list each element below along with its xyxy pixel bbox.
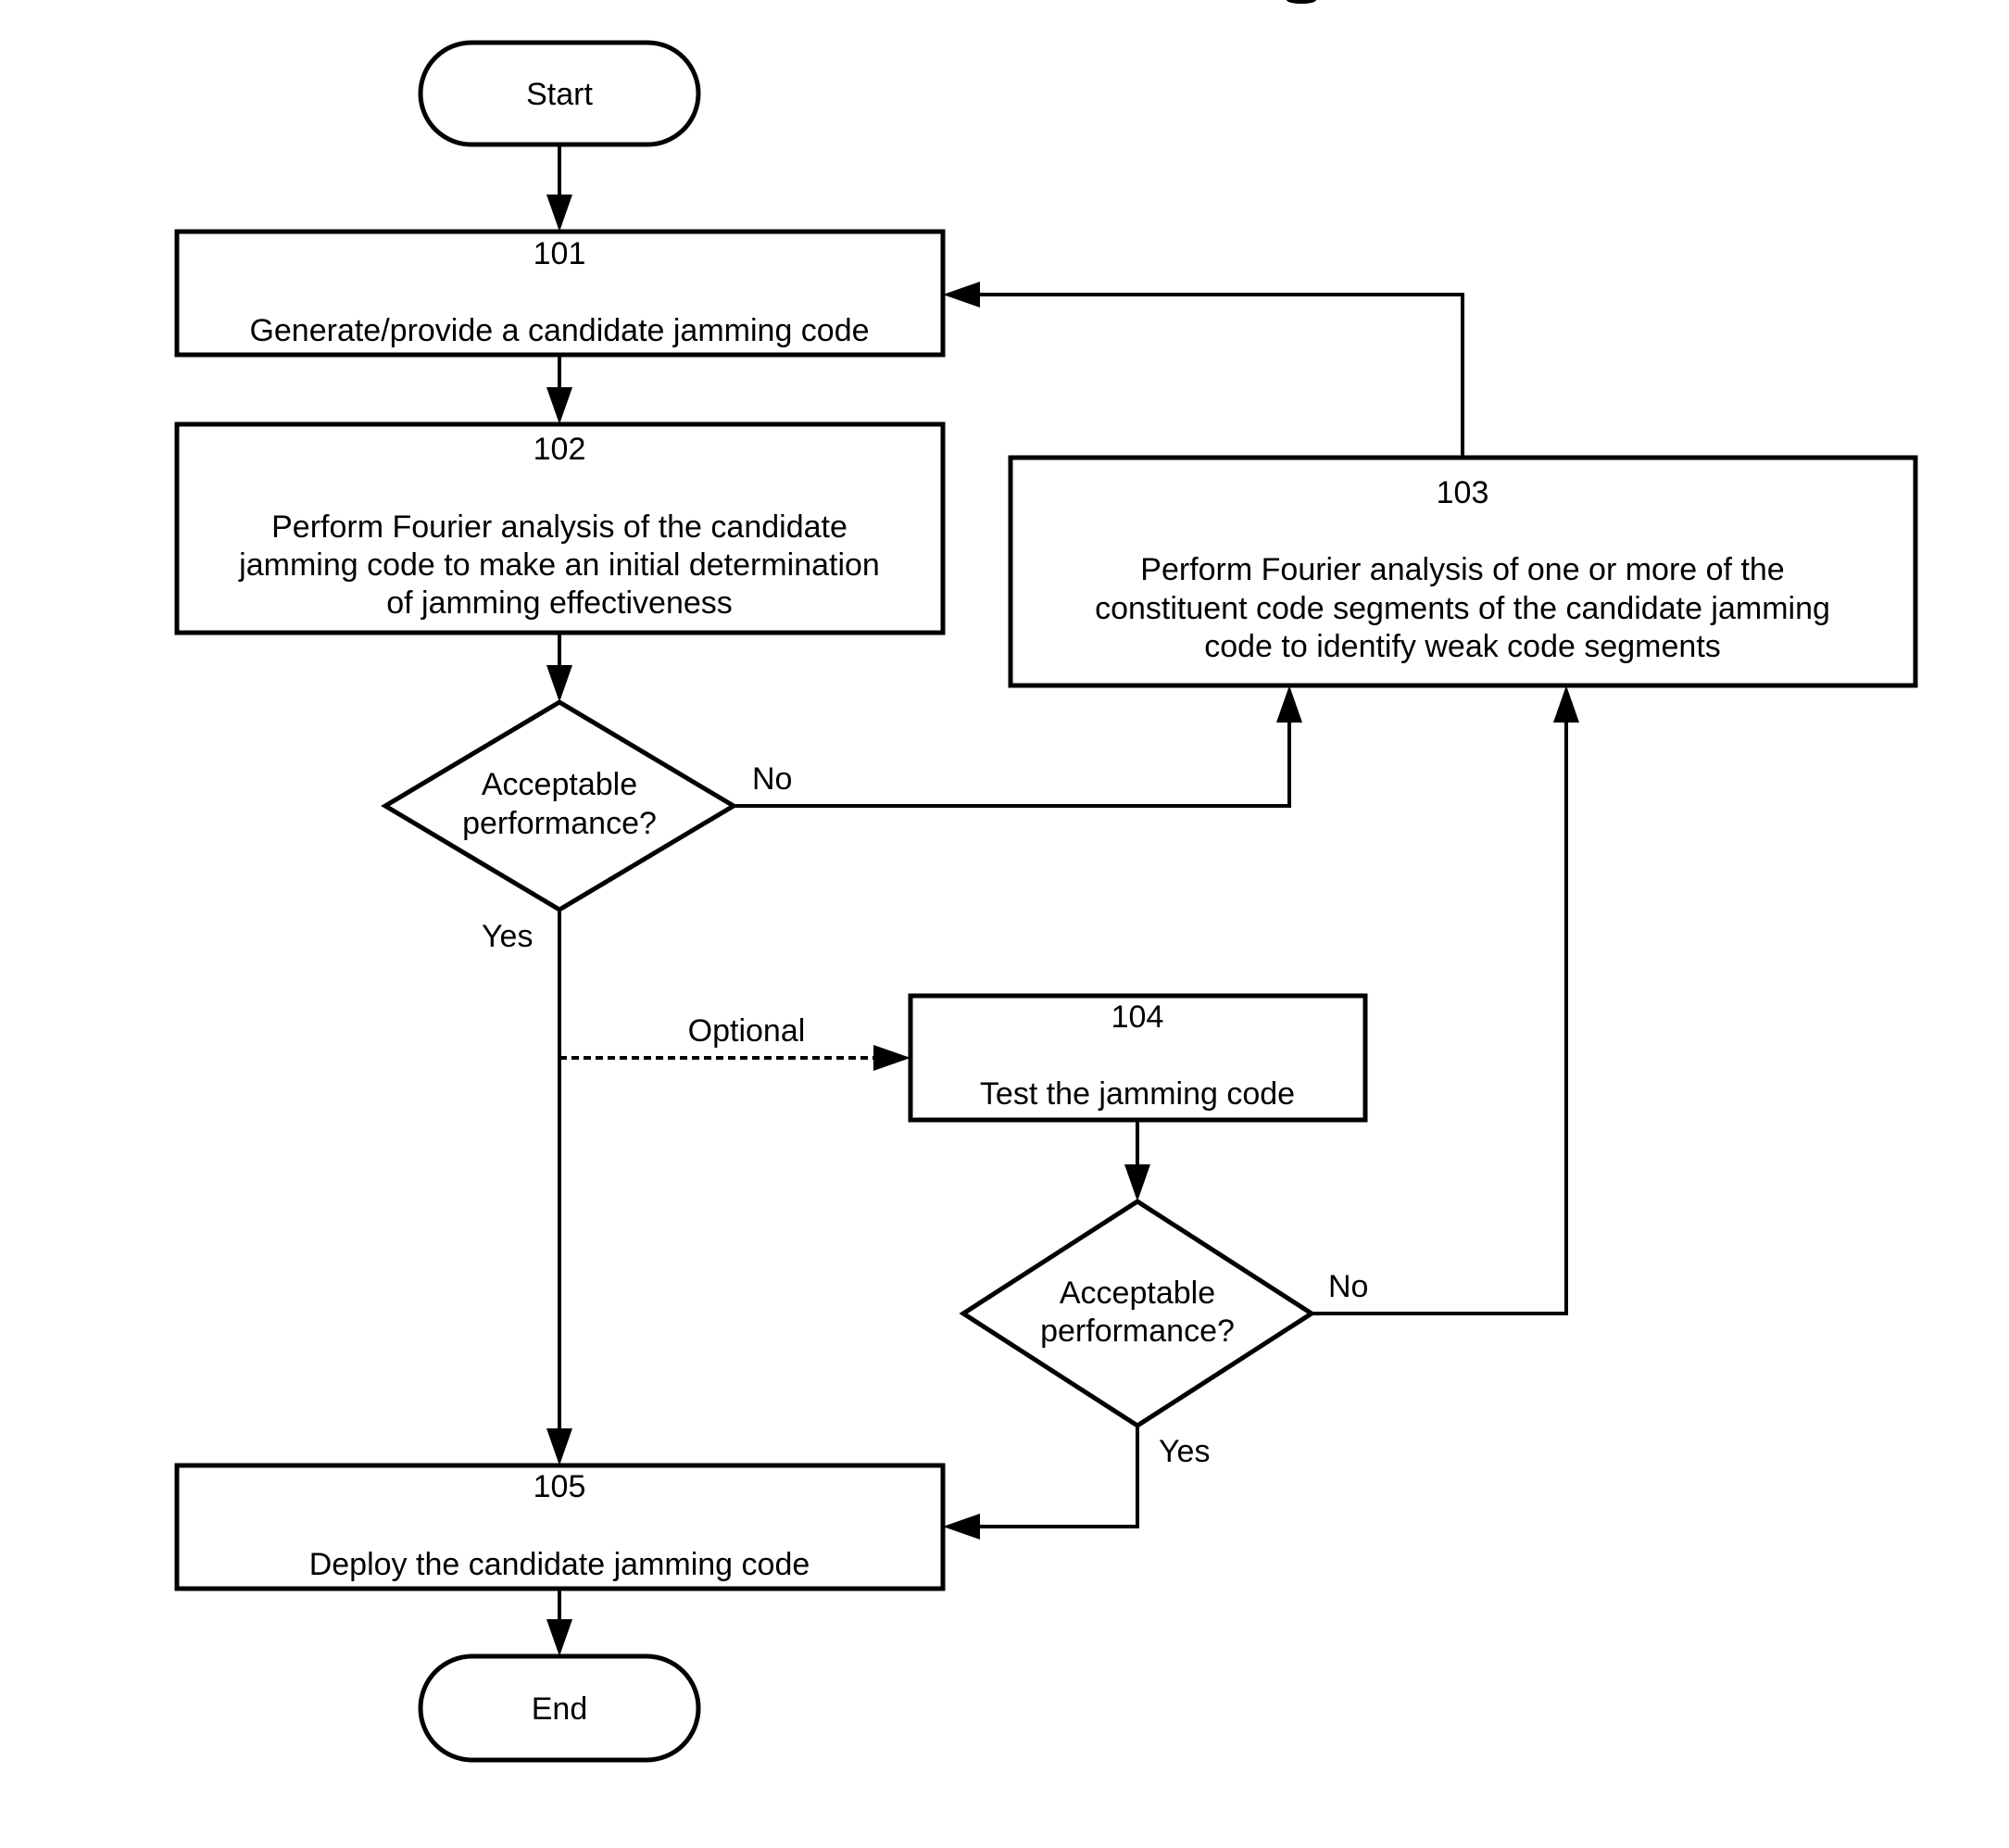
step-103-number: 103 (1437, 475, 1489, 510)
arrowhead-icon (546, 1428, 572, 1465)
step-101-text: Generate/provide a candidate jamming cod… (249, 313, 869, 348)
connector-104-to-decision-2 (1124, 1120, 1150, 1201)
connector-start-to-101 (546, 145, 572, 232)
step-105-number: 105 (534, 1469, 586, 1504)
start-label: Start (526, 77, 593, 112)
step-102-text-line-3: of jamming effectiveness (386, 585, 733, 621)
title-fragment (1287, 0, 1316, 4)
decision-2: Acceptable performance? (959, 1199, 1316, 1428)
step-103: 103 Perform Fourier analysis of one or m… (1008, 455, 1918, 688)
step-103-text-line-1: Perform Fourier analysis of one or more … (1140, 552, 1784, 587)
start-terminal: Start (418, 40, 701, 147)
arrowhead-icon (1553, 685, 1579, 723)
step-103-text-line-2: constituent code segments of the candida… (1095, 591, 1830, 626)
connector-decision-1-no-to-103 (734, 685, 1302, 808)
decision-2-no-label: No (1328, 1269, 1368, 1304)
decision-1: Acceptable performance? (381, 699, 738, 912)
end-terminal: End (418, 1653, 701, 1763)
decision-2-yes-label: Yes (1159, 1434, 1210, 1469)
arrowhead-icon (873, 1045, 910, 1071)
step-104-number: 104 (1111, 999, 1164, 1035)
decision-1-no-label: No (752, 761, 792, 797)
arrowhead-icon (943, 282, 980, 308)
step-101-number: 101 (534, 236, 586, 271)
connector-optional-to-104 (559, 1045, 910, 1071)
step-102: 102 Perform Fourier analysis of the cand… (174, 421, 946, 635)
step-102-text-line-2: jamming code to make an initial determin… (238, 547, 880, 583)
arrowhead-icon (943, 1514, 980, 1540)
step-101: 101 Generate/provide a candidate jamming… (174, 229, 946, 358)
step-103-text-line-3: code to identify weak code segments (1204, 629, 1721, 664)
step-104-text: Test the jamming code (980, 1076, 1295, 1112)
connector-105-to-end (546, 1589, 572, 1656)
flowchart: Start 101 Generate/provide a candidate j… (174, 0, 1918, 1763)
connector-101-to-102 (546, 355, 572, 424)
step-105: 105 Deploy the candidate jamming code (174, 1463, 946, 1591)
decision-2-text-line-1: Acceptable (1060, 1276, 1215, 1311)
step-102-number: 102 (534, 432, 586, 467)
decision-1-yes-label: Yes (482, 919, 533, 954)
step-102-text-line-1: Perform Fourier analysis of the candidat… (271, 509, 848, 545)
step-105-text: Deploy the candidate jamming code (309, 1547, 810, 1582)
step-104: 104 Test the jamming code (908, 993, 1368, 1123)
arrowhead-icon (546, 195, 572, 232)
optional-label: Optional (688, 1013, 806, 1049)
connector-decision-2-yes-to-105 (943, 1426, 1139, 1540)
arrowhead-icon (546, 387, 572, 424)
decision-1-text-line-2: performance? (462, 806, 657, 841)
arrowhead-icon (546, 665, 572, 702)
arrowhead-icon (1124, 1164, 1150, 1201)
decision-1-text-line-1: Acceptable (482, 767, 637, 802)
connector-decision-1-yes-to-105 (546, 910, 572, 1465)
decision-2-text-line-2: performance? (1040, 1314, 1235, 1349)
arrowhead-icon (546, 1619, 572, 1656)
connector-103-to-101 (943, 282, 1464, 458)
arrowhead-icon (1276, 685, 1302, 723)
connector-102-to-decision-1 (546, 633, 572, 702)
end-label: End (532, 1691, 588, 1727)
